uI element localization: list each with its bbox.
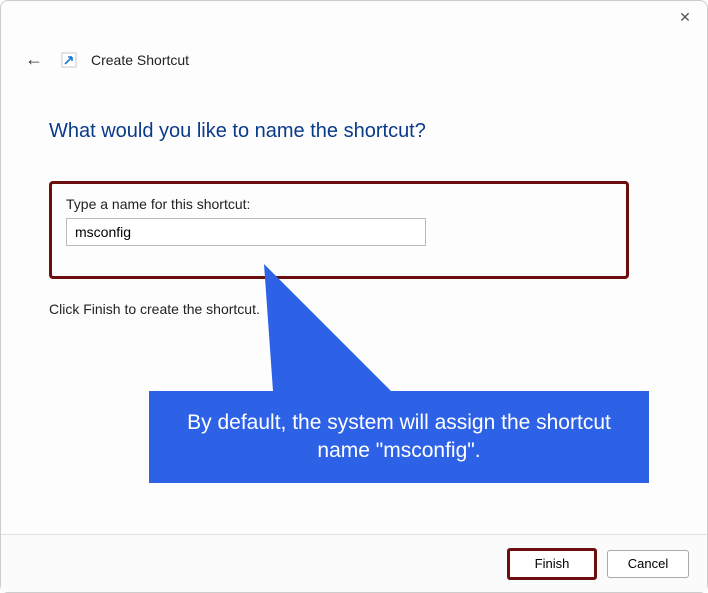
wizard-title: Create Shortcut <box>91 52 189 68</box>
titlebar: ✕ <box>1 1 707 41</box>
callout-text: By default, the system will assign the s… <box>169 409 629 466</box>
wizard-hint: Click Finish to create the shortcut. <box>49 301 659 317</box>
wizard-content: What would you like to name the shortcut… <box>1 74 707 317</box>
page-question: What would you like to name the shortcut… <box>49 120 659 143</box>
close-button[interactable]: ✕ <box>663 1 707 33</box>
shortcut-name-label: Type a name for this shortcut: <box>66 196 612 212</box>
back-button[interactable]: ← <box>21 45 47 74</box>
close-icon: ✕ <box>679 9 691 26</box>
wizard-footer: Finish Cancel <box>1 534 707 592</box>
shortcut-name-input[interactable] <box>66 218 426 246</box>
wizard-header: ← Create Shortcut <box>1 45 707 74</box>
finish-button[interactable]: Finish <box>507 548 597 580</box>
annotation-callout: By default, the system will assign the s… <box>149 391 649 483</box>
input-highlight-box: Type a name for this shortcut: <box>49 181 629 279</box>
shortcut-arrow-icon <box>61 52 77 68</box>
cancel-button[interactable]: Cancel <box>607 550 689 578</box>
